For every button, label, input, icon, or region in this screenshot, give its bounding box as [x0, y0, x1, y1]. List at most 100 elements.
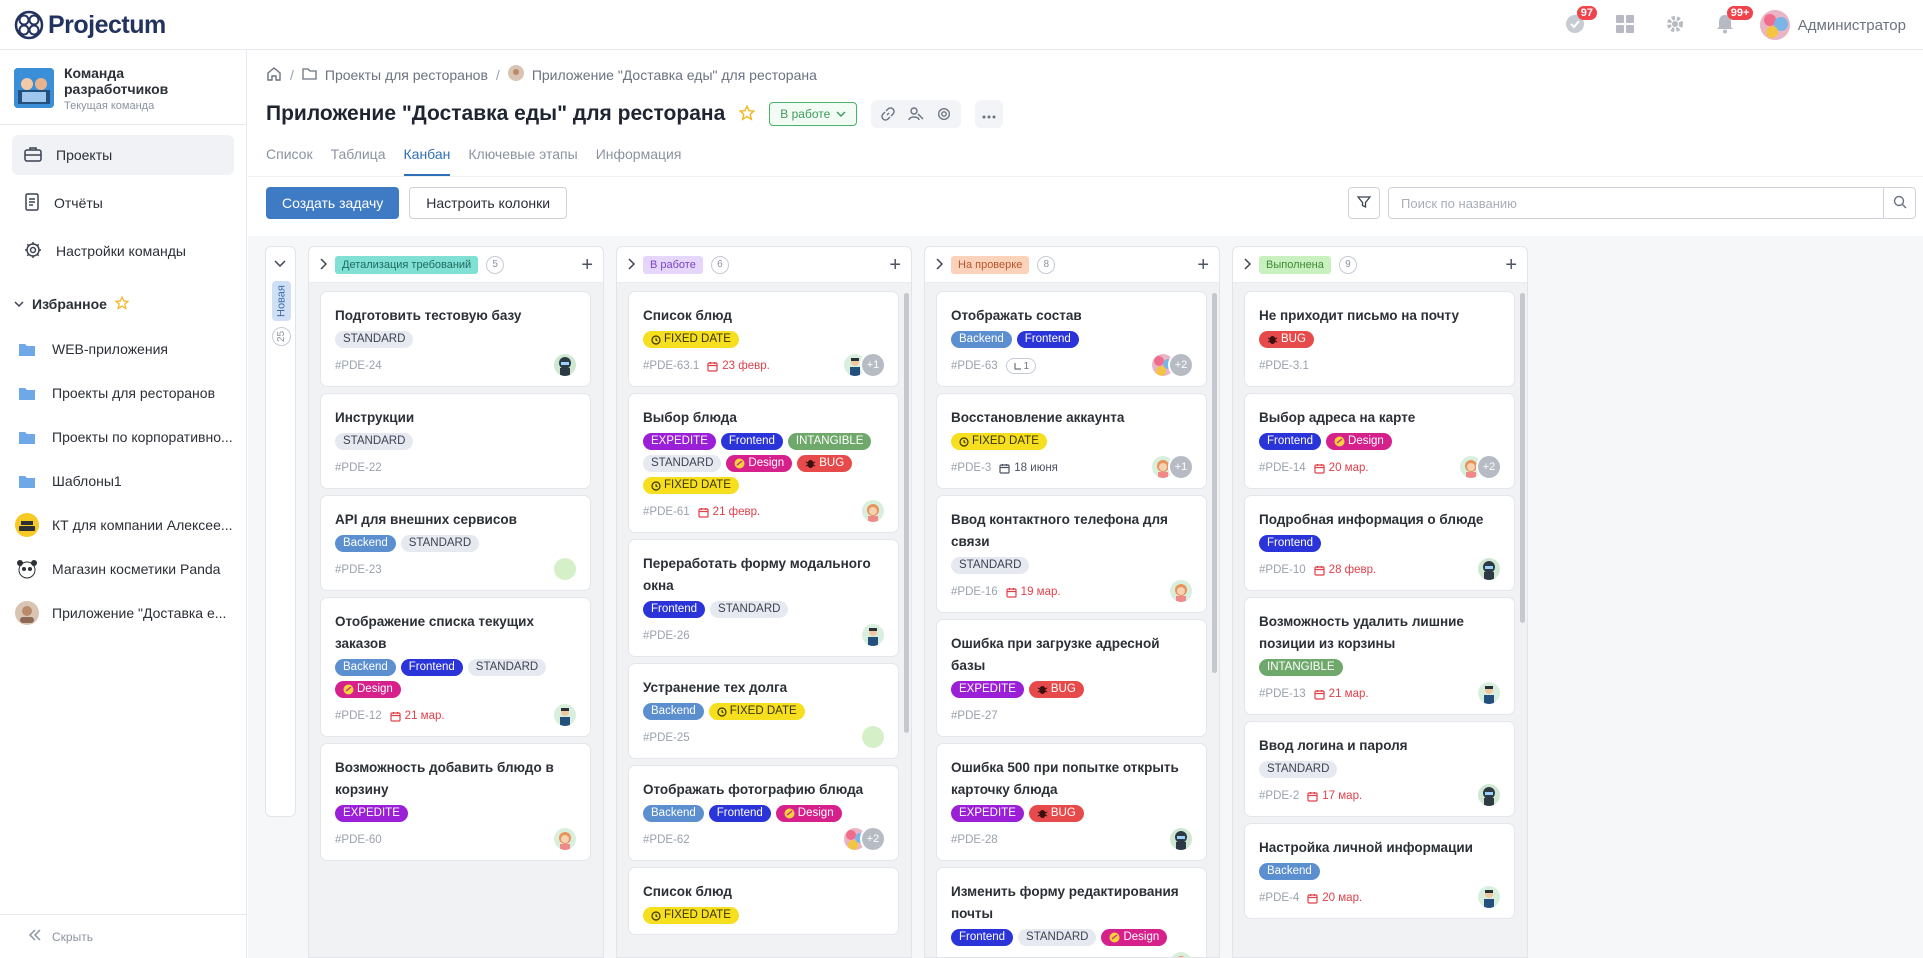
task-card[interactable]: Выбор блюда EXPEDITE Frontend INTANGIBLE STA…: [629, 394, 898, 532]
sidebar-item-team-settings[interactable]: Настройки команды: [12, 231, 234, 271]
breadcrumb-item[interactable]: Приложение "Доставка еды" для ресторана: [532, 67, 817, 83]
task-card[interactable]: Ошибка при загрузке адресной базы EXPEDIT…: [937, 620, 1206, 736]
task-assignees[interactable]: [860, 724, 886, 750]
task-card[interactable]: Ошибка 500 при попытке открыть карточку …: [937, 744, 1206, 860]
task-assignees[interactable]: +1: [1150, 454, 1194, 480]
breadcrumb-item[interactable]: Проекты для ресторанов: [325, 67, 488, 83]
task-assignees[interactable]: +2: [1150, 352, 1194, 378]
status-dropdown[interactable]: В работе: [769, 102, 858, 126]
task-card[interactable]: Восстановление аккаунта FIXED DATE #PDE-3 1…: [937, 394, 1206, 488]
gear-icon[interactable]: [933, 103, 955, 125]
task-assignees[interactable]: [552, 556, 578, 582]
clock-icon: [717, 706, 727, 717]
user-menu[interactable]: Администратор: [1750, 10, 1923, 40]
add-task-plus-icon[interactable]: +: [581, 255, 593, 275]
column-scrollbar[interactable]: [904, 293, 909, 733]
hide-sidebar-button[interactable]: Скрыть: [0, 914, 246, 958]
search-input[interactable]: [1389, 188, 1883, 218]
apps-button[interactable]: [1600, 0, 1650, 50]
home-icon[interactable]: [266, 66, 282, 84]
task-due-date: 19 мар.: [1006, 586, 1061, 598]
task-assignees[interactable]: [1168, 578, 1194, 604]
tab-table[interactable]: Таблица: [331, 146, 386, 176]
chevron-right-icon[interactable]: [627, 257, 636, 273]
app-logo[interactable]: Projectum: [14, 10, 166, 40]
task-assignees[interactable]: +1: [842, 352, 886, 378]
task-card[interactable]: Возможность добавить блюдо в корзину EXPE…: [321, 744, 590, 860]
members-icon[interactable]: [905, 103, 927, 125]
favorites-header[interactable]: Избранное: [0, 289, 246, 319]
task-card[interactable]: Список блюд FIXED DATE #PDE-63.1 23 февр. +1: [629, 292, 898, 386]
task-card[interactable]: Инструкции STANDARD #PDE-22: [321, 394, 590, 488]
chevron-right-icon[interactable]: [319, 257, 328, 273]
task-assignees[interactable]: +2: [1458, 454, 1502, 480]
chevron-down-icon: [14, 296, 24, 312]
task-assignees[interactable]: [552, 702, 578, 728]
task-card[interactable]: Подготовить тестовую базу STANDARD #PDE-24: [321, 292, 590, 386]
collapsed-column-new[interactable]: Новая 25: [265, 246, 296, 817]
sidebar-item-projects[interactable]: Проекты: [12, 135, 234, 175]
column-scrollbar[interactable]: [1520, 293, 1525, 623]
task-meta: #PDE-26: [643, 626, 884, 646]
task-card[interactable]: Выбор адреса на карте Frontend Design #PDE-…: [1245, 394, 1514, 488]
column-scrollbar[interactable]: [1212, 293, 1217, 673]
task-card[interactable]: Ввод контактного телефона для связи STAND…: [937, 496, 1206, 612]
chevron-down-icon[interactable]: [274, 255, 286, 271]
task-card[interactable]: Возможность удалить лишние позиции из ко…: [1245, 598, 1514, 714]
task-card[interactable]: Настройка личной информации Backend #PDE-4…: [1245, 824, 1514, 918]
task-card[interactable]: Переработать форму модального окна Fronte…: [629, 540, 898, 656]
task-card[interactable]: Устранение тех долга Backend FIXED DATE #PD…: [629, 664, 898, 758]
configure-columns-button[interactable]: Настроить колонки: [409, 187, 568, 219]
notifications-button[interactable]: 99+: [1700, 0, 1754, 50]
task-card[interactable]: Отображать фотографию блюда Backend Fronte…: [629, 766, 898, 860]
task-card[interactable]: API для внешних сервисов Backend STANDARD #…: [321, 496, 590, 590]
favorite-star-icon[interactable]: [738, 103, 756, 124]
tab-list[interactable]: Список: [266, 146, 313, 176]
tab-info[interactable]: Информация: [596, 146, 682, 176]
tabs-divider: [248, 176, 1923, 177]
chevron-right-icon[interactable]: [935, 257, 944, 273]
filter-button[interactable]: [1348, 187, 1380, 219]
link-icon[interactable]: [877, 103, 899, 125]
favorite-item[interactable]: Шаблоны1: [0, 459, 246, 503]
task-card[interactable]: Не приходит письмо на почту BUG #PDE-3.1: [1245, 292, 1514, 386]
sidebar-item-reports[interactable]: Отчёты: [12, 183, 234, 223]
task-tag: STANDARD: [643, 455, 722, 472]
task-assignees[interactable]: [1476, 680, 1502, 706]
task-assignees[interactable]: +2: [842, 826, 886, 852]
favorite-item[interactable]: Проекты по корпоративно...: [0, 415, 246, 459]
chevron-right-icon[interactable]: [1243, 257, 1252, 273]
create-task-button[interactable]: Создать задачу: [266, 187, 400, 219]
task-assignees[interactable]: [1476, 556, 1502, 582]
favorite-item[interactable]: КТ для компании Алексее...: [0, 503, 246, 547]
task-card[interactable]: Отображение списка текущих заказов Backen…: [321, 598, 590, 736]
favorite-item[interactable]: WEB-приложения: [0, 327, 246, 371]
tab-milestones[interactable]: Ключевые этапы: [468, 146, 577, 176]
settings-button[interactable]: [1650, 0, 1700, 50]
task-card[interactable]: Подробная информация о блюде Frontend #PDE…: [1245, 496, 1514, 590]
task-assignees[interactable]: [1476, 884, 1502, 910]
team-switcher[interactable]: Команда разработчиков Текущая команда: [0, 50, 246, 125]
favorite-item[interactable]: Проекты для ресторанов: [0, 371, 246, 415]
task-assignees[interactable]: [1168, 950, 1194, 957]
task-assignees[interactable]: [552, 352, 578, 378]
add-task-plus-icon[interactable]: +: [1505, 255, 1517, 275]
assignee-avatar: [1168, 578, 1194, 604]
task-card[interactable]: Ввод логина и пароля STANDARD #PDE-2 17 мар…: [1245, 722, 1514, 816]
add-task-plus-icon[interactable]: +: [889, 255, 901, 275]
more-actions-button[interactable]: [975, 100, 1004, 128]
task-assignees[interactable]: [1168, 826, 1194, 852]
tab-kanban[interactable]: Канбан: [403, 146, 450, 176]
task-assignees[interactable]: [860, 498, 886, 524]
favorite-item[interactable]: Магазин косметики Panda: [0, 547, 246, 591]
add-task-plus-icon[interactable]: +: [1197, 255, 1209, 275]
task-card[interactable]: Список блюд FIXED DATE: [629, 868, 898, 934]
task-assignees[interactable]: [1476, 782, 1502, 808]
favorite-item[interactable]: Приложение "Доставка е...: [0, 591, 246, 635]
task-card[interactable]: Отображать состав Backend Frontend #PDE-63 1…: [937, 292, 1206, 386]
search-button[interactable]: [1883, 188, 1915, 218]
task-assignees[interactable]: [552, 826, 578, 852]
task-card[interactable]: Изменить форму редактирования почты Front…: [937, 868, 1206, 957]
tasks-button[interactable]: 97: [1550, 0, 1600, 50]
task-assignees[interactable]: [860, 622, 886, 648]
